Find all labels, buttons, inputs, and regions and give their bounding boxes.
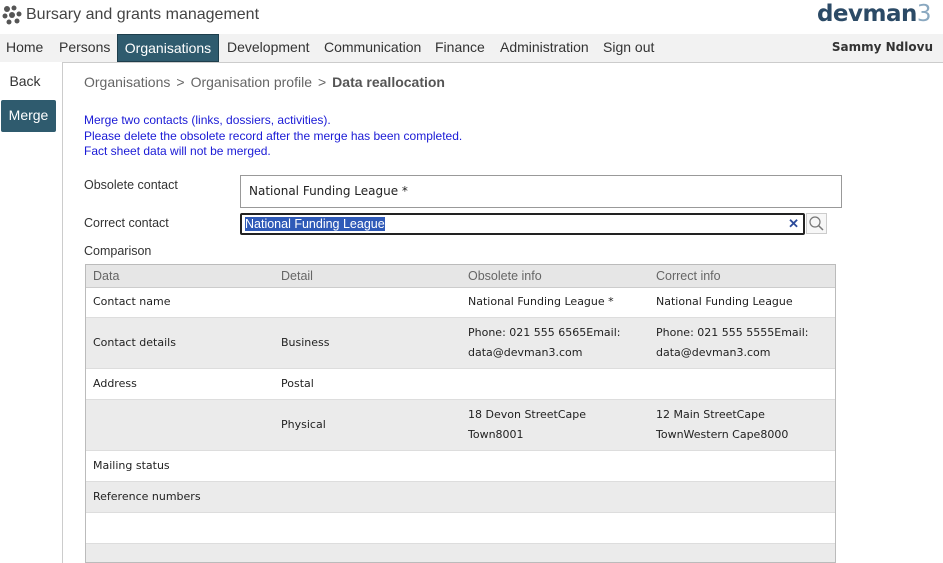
table-row (86, 513, 835, 544)
user-name[interactable]: Sammy Ndlovu (832, 34, 933, 61)
brand-text: devman (816, 1, 917, 27)
column-header-data: Data (93, 269, 120, 283)
cell-detail: Postal (281, 377, 314, 390)
nav-persons[interactable]: Persons (59, 34, 110, 62)
cell-data: Reference numbers (93, 490, 201, 503)
main-nav: Home Persons Organisations Development C… (0, 34, 943, 62)
cell-correct: 12 Main StreetCape (656, 408, 765, 421)
search-button[interactable] (806, 213, 827, 234)
nav-finance[interactable]: Finance (435, 34, 485, 62)
breadcrumb-separator: > (317, 74, 327, 90)
table-row: Mailing status (86, 451, 835, 482)
breadcrumb-current: Data reallocation (332, 74, 445, 90)
table-header: Data Detail Obsolete info Correct info (86, 265, 835, 288)
nav-sign-out[interactable]: Sign out (603, 34, 654, 62)
cell-detail: Physical (281, 418, 326, 431)
breadcrumb: Organisations > Organisation profile > Data … (84, 74, 445, 90)
brand-logo: devman3 (816, 1, 932, 27)
breadcrumb-organisations[interactable]: Organisations (84, 74, 170, 90)
cell-obsolete: National Funding League * (468, 295, 614, 308)
column-header-obsolete: Obsolete info (468, 269, 542, 283)
table-row: Contact name National Funding League * N… (86, 287, 835, 318)
obsolete-contact-label: Obsolete contact (84, 178, 178, 192)
cell-obsolete: Town8001 (468, 428, 524, 441)
nav-home[interactable]: Home (6, 34, 43, 62)
cell-correct: data@devman3.com (656, 346, 771, 359)
nav-organisations[interactable]: Organisations (117, 34, 219, 62)
instruction-line: Fact sheet data will not be merged. (84, 144, 271, 158)
table-row: Reference numbers (86, 482, 835, 513)
cell-correct: TownWestern Cape8000 (656, 428, 789, 441)
table-row: Physical 18 Devon StreetCape Town8001 12… (86, 400, 835, 451)
cell-data: Mailing status (93, 459, 170, 472)
column-header-detail: Detail (281, 269, 313, 283)
table-row: Contact details Business Phone: 021 555 … (86, 318, 835, 369)
cell-data: Address (93, 377, 137, 390)
cell-obsolete: Phone: 021 555 6565Email: (468, 326, 621, 339)
cell-obsolete: data@devman3.com (468, 346, 583, 359)
app-logo-icon (2, 5, 22, 25)
breadcrumb-separator: > (176, 74, 185, 90)
merge-button[interactable]: Merge (1, 100, 56, 132)
correct-contact-label: Correct contact (84, 216, 169, 230)
nav-communication[interactable]: Communication (324, 34, 421, 62)
cell-obsolete: 18 Devon StreetCape (468, 408, 587, 421)
nav-administration[interactable]: Administration (500, 34, 589, 62)
cell-correct: Phone: 021 555 5555Email: (656, 326, 809, 339)
back-button[interactable]: Back (0, 73, 50, 89)
table-row (86, 544, 835, 562)
instruction-line: Please delete the obsolete record after … (84, 128, 463, 143)
cell-data: Contact details (93, 336, 176, 349)
correct-contact-value: National Funding League (245, 217, 385, 231)
instruction-line: Merge two contacts (links, dossiers, act… (84, 113, 331, 127)
comparison-table: Data Detail Obsolete info Correct info C… (85, 264, 836, 563)
cell-correct: National Funding League (656, 295, 793, 308)
cell-data: Contact name (93, 295, 171, 308)
comparison-label: Comparison (84, 244, 152, 258)
nav-development[interactable]: Development (227, 34, 310, 62)
obsolete-contact-field[interactable]: National Funding League * (240, 175, 842, 208)
magnifier-icon (809, 216, 824, 231)
app-title: Bursary and grants management (26, 6, 260, 23)
close-icon[interactable]: ✕ (788, 215, 799, 233)
correct-contact-input[interactable]: National Funding League ✕ (240, 213, 805, 235)
sidebar: Back Merge (0, 62, 62, 563)
brand-number: 3 (916, 1, 932, 27)
top-bar: Bursary and grants management devman3 (0, 0, 943, 34)
table-row: Address Postal (86, 369, 835, 400)
merge-instructions: Merge two contacts (links, dossiers, act… (84, 113, 462, 160)
cell-detail: Business (281, 336, 330, 349)
column-header-correct: Correct info (656, 269, 721, 283)
breadcrumb-organisation-profile[interactable]: Organisation profile (191, 74, 312, 90)
